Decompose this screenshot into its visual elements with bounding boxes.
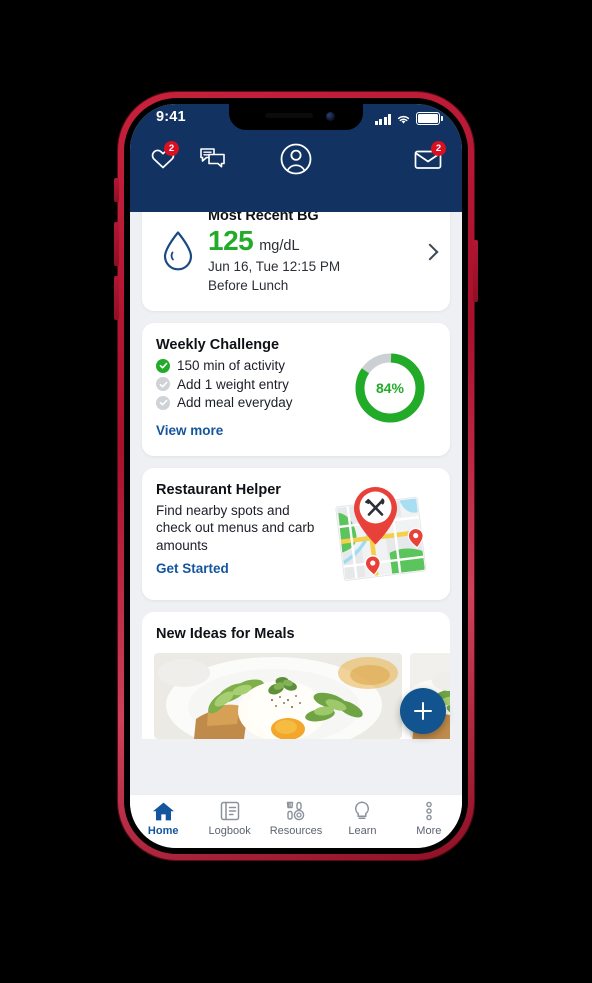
bg-timestamp: Jun 16, Tue 12:15 PM: [208, 259, 341, 274]
bg-value: 125: [208, 225, 254, 256]
tab-more[interactable]: More: [396, 800, 462, 837]
header-nav-icons: 2 2: [130, 140, 462, 186]
check-circle-icon: [156, 395, 170, 410]
mail-badge: 2: [431, 141, 446, 156]
view-more-link[interactable]: View more: [156, 423, 223, 438]
utensils-icon: [283, 800, 309, 822]
progress-percent-label: 84%: [375, 380, 405, 397]
weekly-challenge-progress: 84%: [344, 337, 436, 440]
weekly-challenge-card[interactable]: Weekly Challenge 150 min of activity Add…: [142, 323, 450, 456]
map-with-restaurant-pin-icon: [324, 482, 436, 586]
challenge-item[interactable]: Add 1 weight entry: [156, 377, 344, 392]
meal-photo: [154, 652, 402, 739]
bottom-tab-bar: Home Logbook Resources Learn More: [130, 794, 462, 848]
header-icon-profile[interactable]: [279, 142, 313, 181]
mute-switch[interactable]: [114, 178, 119, 202]
tab-home[interactable]: Home: [130, 800, 196, 837]
volume-up-button[interactable]: [114, 222, 119, 266]
bg-unit: mg/dL: [259, 238, 300, 254]
more-dots-icon: [425, 800, 433, 822]
heart-badge: 2: [164, 141, 179, 156]
front-camera: [326, 112, 335, 121]
wifi-icon: [397, 115, 410, 124]
get-started-link[interactable]: Get Started: [156, 561, 229, 576]
challenge-item-label: 150 min of activity: [177, 358, 286, 373]
restaurant-helper-card[interactable]: Restaurant Helper Find nearby spots and …: [142, 467, 450, 600]
meal-photo-tile[interactable]: [154, 652, 402, 739]
add-entry-fab[interactable]: [400, 688, 446, 734]
lightbulb-icon: [352, 800, 372, 822]
tab-logbook[interactable]: Logbook: [196, 800, 262, 837]
challenge-item-label: Add 1 weight entry: [177, 376, 289, 392]
bg-card-text: Most Recent BG 125 mg/dL Jun 16, Tue 12:…: [200, 208, 436, 293]
check-circle-icon: [156, 377, 170, 391]
header-icon-mail[interactable]: 2: [414, 141, 446, 175]
tab-label: Home: [147, 825, 179, 837]
chat-icon: [200, 148, 225, 168]
bg-context: Before Lunch: [208, 278, 289, 293]
challenge-item-label: Add meal everyday: [177, 395, 293, 410]
header-icon-heart[interactable]: 2: [150, 141, 179, 175]
battery-icon: [416, 112, 443, 125]
header-icon-chat[interactable]: [198, 146, 228, 175]
phone-screen: 9:41 2 2 Most Recent BG 125 mg/dL Jun 16…: [130, 104, 462, 848]
bg-value-row: 125 mg/dL: [208, 227, 436, 255]
tab-label: More: [416, 825, 442, 837]
profile-icon: [280, 143, 312, 175]
progress-ring: 84%: [352, 350, 428, 426]
restaurant-helper-text: Restaurant Helper Find nearby spots and …: [156, 482, 324, 586]
restaurant-helper-description: Find nearby spots and check out menus an…: [156, 502, 315, 554]
tab-learn[interactable]: Learn: [329, 800, 395, 837]
cellular-bars-icon: [374, 114, 391, 125]
home-icon: [151, 800, 176, 822]
tab-label: Logbook: [208, 825, 251, 837]
status-time: 9:41: [156, 109, 186, 125]
meals-title: New Ideas for Meals: [156, 625, 295, 642]
challenge-item[interactable]: 150 min of activity: [156, 358, 344, 373]
earpiece-speaker: [265, 113, 313, 118]
notch: [229, 104, 363, 130]
check-circle-icon: [156, 358, 170, 373]
weekly-challenge-content: Weekly Challenge 150 min of activity Add…: [156, 337, 344, 440]
blood-drop-icon: [156, 230, 200, 272]
power-button[interactable]: [473, 240, 478, 302]
weekly-challenge-title: Weekly Challenge: [156, 337, 280, 353]
tab-label: Resources: [269, 825, 323, 837]
meals-carousel[interactable]: [142, 652, 450, 739]
scroll-content[interactable]: Most Recent BG 125 mg/dL Jun 16, Tue 12:…: [130, 192, 462, 796]
restaurant-helper-title: Restaurant Helper: [156, 481, 281, 498]
screenshot-stage: 9:41 2 2 Most Recent BG 125 mg/dL Jun 16…: [0, 0, 592, 983]
challenge-item[interactable]: Add meal everyday: [156, 395, 344, 410]
book-icon: [219, 800, 241, 822]
tab-resources[interactable]: Resources: [263, 800, 329, 837]
status-icons: [374, 112, 443, 125]
tab-label: Learn: [348, 825, 377, 837]
volume-down-button[interactable]: [114, 276, 119, 320]
